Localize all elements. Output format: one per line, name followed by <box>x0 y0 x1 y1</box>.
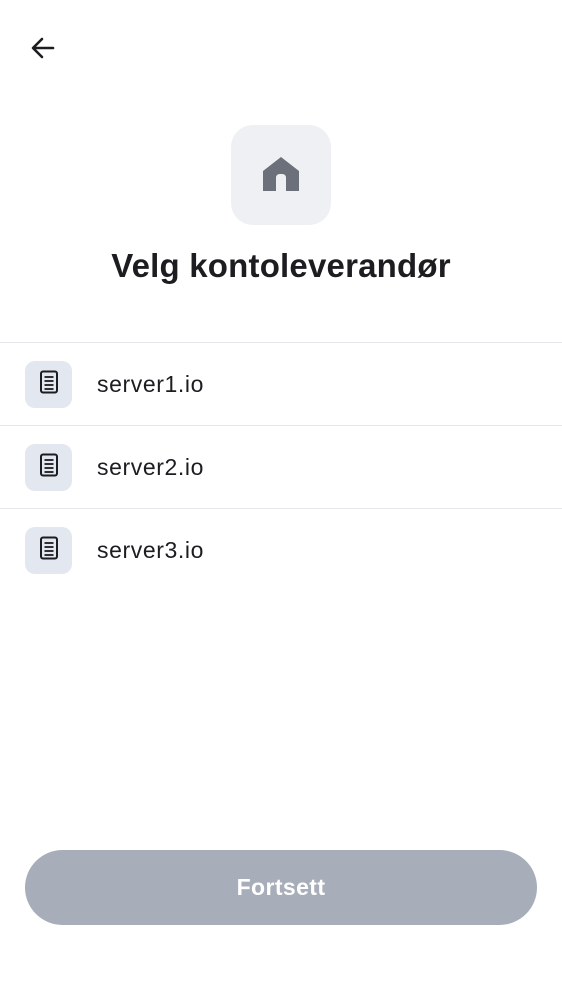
back-button[interactable] <box>22 29 64 71</box>
provider-item-server1[interactable]: server1.io <box>0 343 562 426</box>
arrow-left-icon <box>28 33 58 68</box>
provider-hero-tile <box>231 125 331 225</box>
home-icon <box>261 153 301 198</box>
page-title: Velg kontoleverandør <box>111 247 451 284</box>
provider-item-server3[interactable]: server3.io <box>0 509 562 591</box>
provider-label: server1.io <box>97 370 204 397</box>
server-icon-tile <box>25 360 72 408</box>
provider-label: server3.io <box>97 536 204 563</box>
provider-item-server2[interactable]: server2.io <box>0 426 562 509</box>
continue-button[interactable]: Fortsett <box>25 850 537 925</box>
server-icon-tile <box>25 443 72 491</box>
server-icon <box>39 453 59 482</box>
server-icon-tile <box>25 526 72 574</box>
provider-label: server2.io <box>97 453 204 480</box>
server-icon <box>39 370 59 399</box>
provider-list: server1.io server2.io server3.io <box>0 342 562 591</box>
server-icon <box>39 536 59 565</box>
